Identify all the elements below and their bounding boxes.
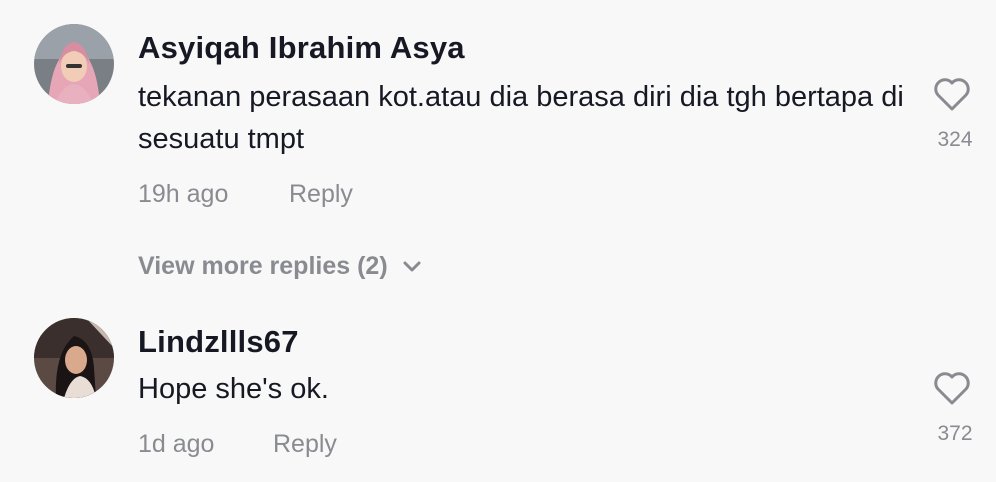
comment-timestamp: 1d ago xyxy=(138,430,215,458)
like-count: 372 xyxy=(937,422,973,445)
avatar-woman-dark-hair-icon xyxy=(34,318,114,398)
comment-username[interactable]: Asyiqah Ibrahim Asya xyxy=(138,30,465,66)
reply-button[interactable]: Reply xyxy=(289,180,353,209)
chevron-down-icon xyxy=(403,261,421,271)
user-avatar[interactable] xyxy=(34,318,114,398)
comment-text: Hope she's ok. xyxy=(138,373,329,405)
comment-text: tekanan perasaan kot.atau dia berasa dir… xyxy=(138,81,904,155)
view-more-replies-label: View more replies (2) xyxy=(138,252,388,280)
avatar-hijab-woman-icon xyxy=(34,24,114,104)
like-count: 324 xyxy=(937,128,973,151)
user-avatar[interactable] xyxy=(34,24,114,104)
heart-icon[interactable] xyxy=(932,370,972,406)
reply-button[interactable]: Reply xyxy=(273,430,337,459)
comment-username[interactable]: Lindzllls67 xyxy=(138,324,299,360)
view-more-replies-button[interactable]: View more replies (2) xyxy=(138,252,422,281)
heart-icon[interactable] xyxy=(932,76,972,112)
comment-timestamp: 19h ago xyxy=(138,180,229,208)
